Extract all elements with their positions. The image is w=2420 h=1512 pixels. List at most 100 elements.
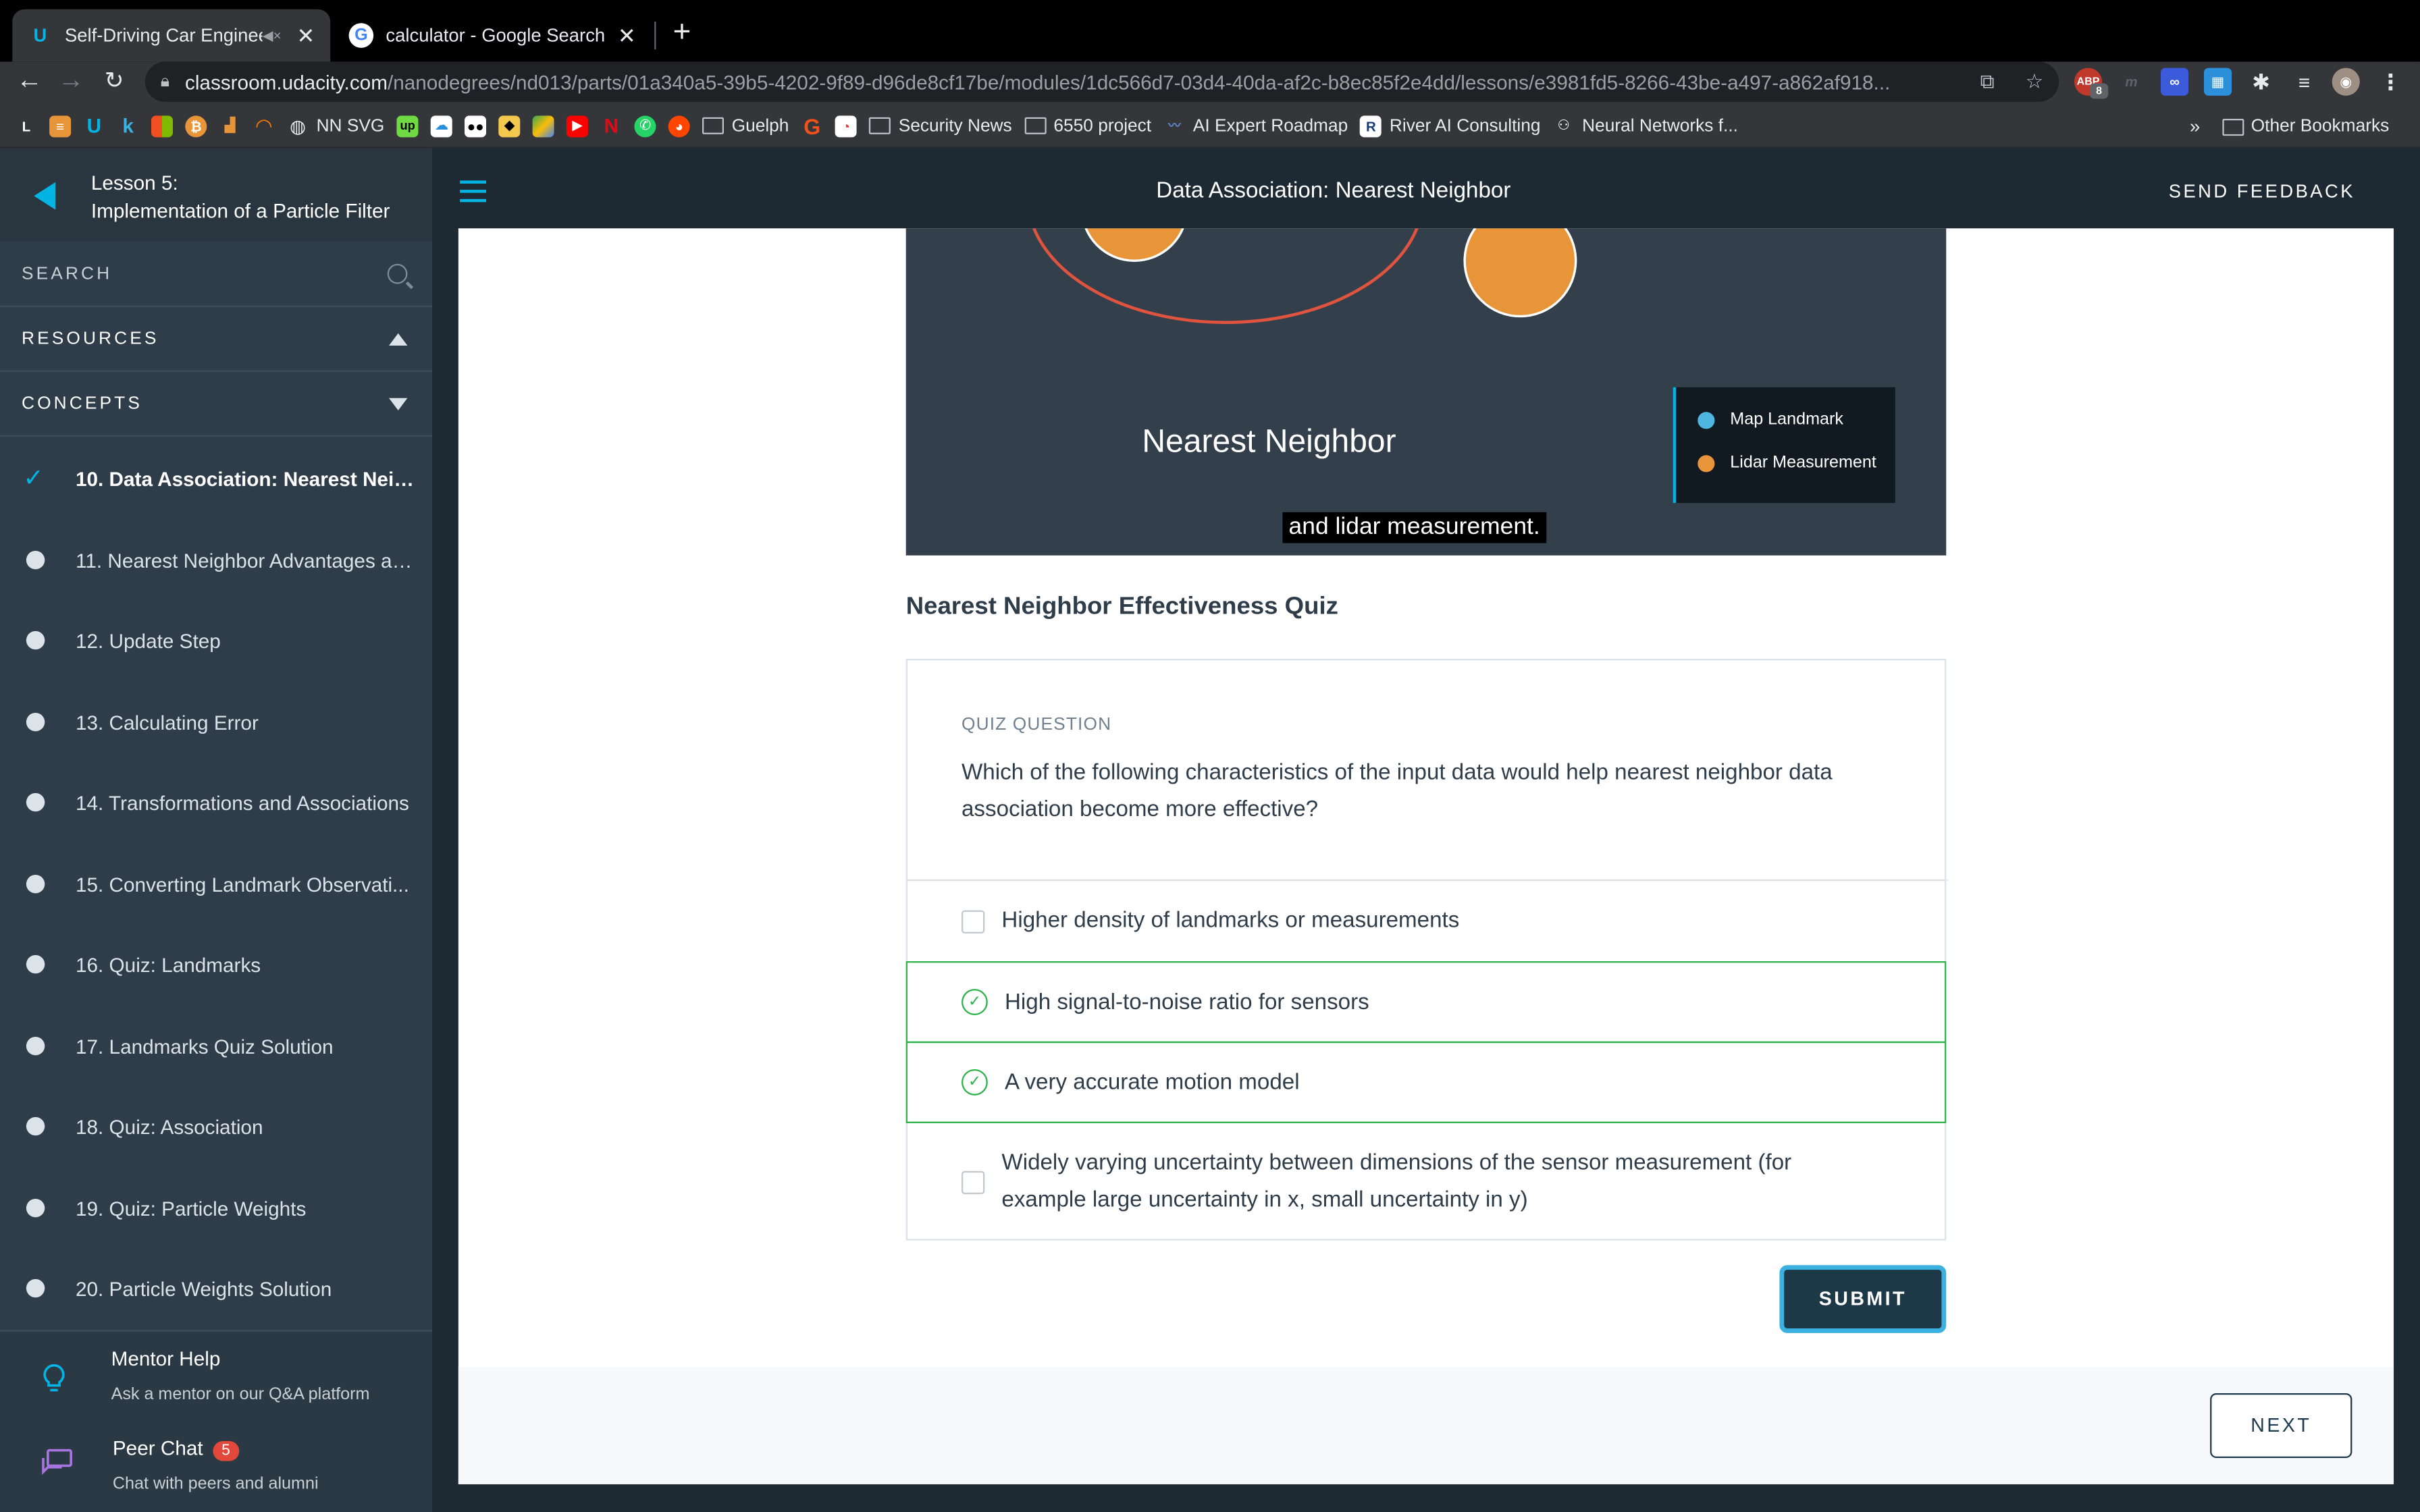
help-panel: Mentor Help Ask a mentor on our Q&A plat…	[0, 1330, 432, 1512]
bookmark-icon-only[interactable]	[532, 115, 554, 137]
progress-dot-icon	[26, 712, 45, 732]
bookmark-icon-only[interactable]: ☁	[430, 115, 452, 137]
muted-speaker-icon[interactable]: ◀×	[263, 27, 282, 44]
submit-button[interactable]: SUBMIT	[1779, 1265, 1947, 1333]
concept-item-10[interactable]: ✓ 10. Data Association: Nearest Neig...	[0, 438, 432, 518]
more-bookmarks-chevron[interactable]: »	[2190, 115, 2200, 137]
page-title: Data Association: Nearest Neighbor	[1156, 179, 1511, 204]
bookmark-neural-networks[interactable]: ⚇ Neural Networks f...	[1553, 115, 1737, 136]
bookmark-icon-only[interactable]: ▟	[219, 115, 241, 136]
bookmark-icon-only[interactable]: ●●	[465, 115, 487, 137]
bookmark-icon-only[interactable]	[151, 115, 173, 137]
classroom-sidebar: Lesson 5: Implementation of a Particle F…	[0, 148, 432, 1512]
bookmark-guelph[interactable]: Guelph	[702, 117, 789, 135]
other-bookmarks[interactable]: Other Bookmarks	[2221, 117, 2389, 136]
concept-item-13[interactable]: 13. Calculating Error	[0, 682, 432, 762]
concepts-label: CONCEPTS	[21, 394, 142, 413]
option-text: Widely varying uncertainty between dimen…	[1001, 1151, 1792, 1213]
m-extension-icon[interactable]: m	[2118, 68, 2145, 96]
bookmark-nn-svg[interactable]: ◍ NN SVG	[287, 115, 384, 136]
concept-item-20[interactable]: 20. Particle Weights Solution	[0, 1248, 432, 1328]
collapse-triangle-icon[interactable]	[388, 332, 408, 345]
browser-menu-icon[interactable]: ⋮	[2377, 68, 2404, 96]
bookmark-icon-only[interactable]: ₿	[185, 115, 207, 137]
video-legend: Map Landmark Lidar Measurement	[1673, 387, 1895, 504]
bookmark-l-icon: L	[22, 117, 31, 134]
sidebar-search[interactable]: SEARCH	[0, 242, 432, 307]
tab-udacity[interactable]: U Self-Driving Car Engineer - ◀× ✕	[12, 9, 331, 62]
tab-title: Self-Driving Car Engineer -	[64, 24, 263, 47]
concept-item-18[interactable]: 18. Quiz: Association	[0, 1086, 432, 1166]
concept-item-14[interactable]: 14. Transformations and Associations	[0, 762, 432, 842]
bookmark-icon-only[interactable]: L	[16, 115, 37, 136]
udacity-icon: U	[33, 24, 47, 47]
concept-label: 16. Quiz: Landmarks	[75, 952, 261, 976]
sidebar-resources[interactable]: RESOURCES	[0, 307, 432, 372]
forward-arrow-icon[interactable]: →	[53, 65, 90, 96]
bookmark-icon-only[interactable]: k	[117, 114, 139, 137]
bookmark-icon-only[interactable]: ≡	[49, 115, 72, 137]
bookmark-river-ai[interactable]: R River AI Consulting	[1360, 115, 1540, 137]
bookmark-icon-only[interactable]: ◆	[498, 115, 521, 137]
bookmark-star-icon[interactable]: ☆	[2026, 70, 2044, 94]
bookmark-ai-expert-roadmap[interactable]: 〰 AI Expert Roadmap	[1163, 115, 1348, 136]
quiz-option-1[interactable]: Higher density of landmarks or measureme…	[907, 879, 1948, 961]
bookmark-icon-only[interactable]: up	[396, 115, 419, 137]
extension-icon[interactable]: ▦	[2203, 68, 2232, 96]
sidebar-concepts[interactable]: CONCEPTS	[0, 372, 432, 437]
send-feedback-button[interactable]: SEND FEEDBACK	[2169, 180, 2355, 202]
concept-item-16[interactable]: 16. Quiz: Landmarks	[0, 924, 432, 1004]
concept-label: 19. Quiz: Particle Weights	[75, 1196, 307, 1220]
bookmark-icon-only[interactable]: U	[83, 114, 105, 138]
lesson-header[interactable]: Lesson 5: Implementation of a Particle F…	[0, 148, 432, 241]
next-button[interactable]: NEXT	[2210, 1393, 2352, 1458]
udacity-icon: U	[86, 114, 102, 138]
concept-label: 18. Quiz: Association	[75, 1114, 263, 1138]
bookmark-icon-only[interactable]: ▶	[567, 115, 589, 137]
quiz-option-3[interactable]: ✓ A very accurate motion model	[905, 1041, 1947, 1123]
new-tab-icon[interactable]: +	[673, 16, 691, 51]
progress-dot-icon	[26, 630, 45, 650]
bookmark-label: Security News	[898, 116, 1012, 135]
bookmark-icon-only[interactable]: ◕	[668, 115, 690, 137]
concept-item-11[interactable]: 11. Nearest Neighbor Advantages an...	[0, 520, 432, 600]
extension-icon[interactable]: ∞	[2160, 68, 2189, 96]
back-triangle-icon[interactable]	[34, 182, 56, 210]
quiz-option-4[interactable]: Widely varying uncertainty between dimen…	[908, 1123, 1948, 1241]
back-arrow-icon[interactable]: ←	[11, 65, 48, 96]
concept-label: 10. Data Association: Nearest Neig...	[75, 466, 415, 490]
bookmark-icon-only[interactable]: ✆	[634, 115, 656, 137]
quiz-option-2[interactable]: ✓ High signal-to-noise ratio for sensors	[905, 961, 1947, 1044]
bookmark-stack-icon: ≡	[49, 115, 72, 137]
peer-chat-badge: 5	[212, 1440, 240, 1461]
address-bar[interactable]: 🔒︎ classroom.udacity.com /nanodegrees/nd…	[144, 61, 2059, 102]
progress-dot-icon	[26, 874, 45, 894]
media-control-icon[interactable]: ≡	[2290, 68, 2318, 96]
bookmark-icon-only[interactable]: ◠	[253, 113, 275, 136]
bookmark-icon-only[interactable]: ◔	[835, 115, 857, 137]
checked-circle-icon[interactable]: ✓	[961, 1069, 988, 1096]
profile-avatar-icon[interactable]: ◉	[2332, 68, 2360, 96]
close-tab-icon[interactable]: ✕	[618, 22, 636, 49]
bookmark-6550-project[interactable]: 6550 project	[1024, 117, 1151, 135]
search-icon[interactable]	[387, 263, 408, 284]
browser-toolbar: ← → ↻ 🔒︎ classroom.udacity.com /nanodegr…	[0, 61, 2420, 105]
reload-icon[interactable]: ↻	[96, 66, 133, 94]
concept-item-19[interactable]: 19. Quiz: Particle Weights	[0, 1168, 432, 1248]
grammarly-icon: G	[804, 113, 821, 138]
tab-google[interactable]: G calculator - Google Search ✕	[334, 9, 652, 62]
bookmark-icon-only[interactable]: N	[600, 114, 622, 137]
lesson-video[interactable]: Nearest Neighbor Map Landmark Lidar Meas…	[905, 228, 1947, 556]
puzzle-extensions-icon[interactable]: ✱	[2247, 68, 2275, 96]
concept-item-12[interactable]: 12. Update Step	[0, 600, 432, 680]
checkbox-unchecked-icon[interactable]	[961, 1170, 985, 1193]
checked-circle-icon[interactable]: ✓	[961, 989, 988, 1015]
open-in-app-icon[interactable]: ⧉	[1980, 70, 1995, 94]
concept-item-15[interactable]: 15. Converting Landmark Observati...	[0, 844, 432, 924]
checkbox-unchecked-icon[interactable]	[961, 909, 985, 933]
bookmark-icon-only[interactable]: G	[801, 113, 823, 138]
expand-triangle-icon[interactable]	[388, 397, 408, 410]
concept-item-17[interactable]: 17. Landmarks Quiz Solution	[0, 1006, 432, 1086]
close-tab-icon[interactable]: ✕	[296, 22, 315, 49]
bookmark-security-news[interactable]: Security News	[869, 116, 1012, 135]
